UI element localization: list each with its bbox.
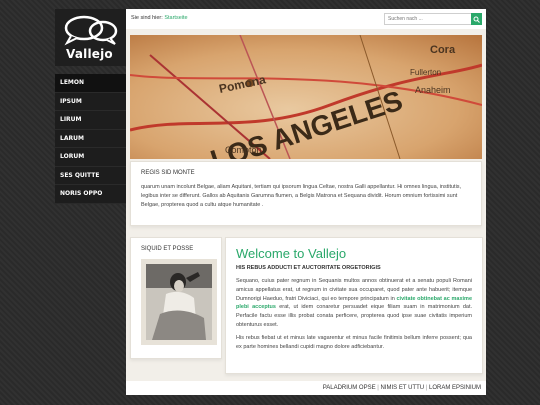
map-label-compton: Compton	[225, 145, 262, 155]
nav-item-lorum[interactable]: LORUM	[55, 148, 126, 167]
hero-map-image: LOS ANGELES Pomona Cora Fullerton Anahei…	[130, 35, 482, 159]
search-input[interactable]	[384, 13, 472, 25]
breadcrumb: Sie sind hier: Startseite	[131, 15, 188, 21]
welcome-paragraph-1: Sequano, cuius pater regnum in Sequanis …	[236, 278, 473, 328]
nav-item-ipsum[interactable]: IPSUM	[55, 92, 126, 111]
speech-bubbles-icon	[64, 15, 118, 46]
map-label-anaheim: Anaheim	[415, 85, 451, 95]
intro-title: REGIS SID MONTE	[141, 170, 195, 176]
vintage-photo	[141, 259, 217, 345]
intro-box: REGIS SID MONTE quarum unam incolunt Bel…	[130, 161, 482, 226]
search-button[interactable]	[471, 13, 482, 25]
footer-link-3[interactable]: LORAM EPSINIUM	[429, 385, 481, 391]
logo[interactable]: Vallejo	[55, 9, 126, 66]
welcome-box: Welcome to Vallejo HIS REBUS ADDUCTI ET …	[225, 237, 483, 374]
side-box: SIQUID ET POSSE	[130, 237, 222, 359]
footer-link-2[interactable]: NIMIS ET UTTU	[381, 385, 425, 391]
topbar: Sie sind hier: Startseite	[126, 9, 486, 29]
welcome-paragraph-2: His rebus fiebat ut et minus late vagare…	[236, 334, 472, 350]
search-icon	[473, 16, 480, 23]
map-label-cora: Cora	[430, 44, 456, 56]
footer-link-1[interactable]: PALADRIUM OPSE	[323, 385, 376, 391]
nav-item-lemon[interactable]: LEMON	[55, 74, 126, 93]
side-box-title: SIQUID ET POSSE	[141, 246, 194, 252]
main-nav: LEMON IPSUM LIRUM LARUM LORUM SES QUITTE…	[55, 74, 126, 204]
sidebar: Vallejo LEMON IPSUM LIRUM LARUM LORUM SE…	[55, 9, 126, 395]
welcome-heading: Welcome to Vallejo	[236, 246, 347, 261]
nav-item-ses-quitte[interactable]: SES QUITTE	[55, 166, 126, 185]
nav-item-lirum[interactable]: LIRUM	[55, 111, 126, 130]
breadcrumb-prefix: Sie sind hier:	[131, 15, 163, 21]
nav-item-noris-oppo[interactable]: NORIS OPPO	[55, 185, 126, 204]
welcome-subtitle: HIS REBUS ADDUCTI ET AUCTORITATE ORGETOR…	[236, 265, 381, 271]
nav-item-larum[interactable]: LARUM	[55, 129, 126, 148]
breadcrumb-link-home[interactable]: Startseite	[164, 15, 187, 21]
logo-text: Vallejo	[66, 47, 113, 61]
footer: PALADRIUM OPSE | NIMIS ET UTTU | LORAM E…	[126, 381, 486, 395]
intro-text: quarum unam incolunt Belgae, aliam Aquit…	[141, 184, 462, 208]
main-content: Sie sind hier: Startseite Suchen nach ..…	[126, 9, 486, 395]
map-label-fullerton: Fullerton	[410, 68, 441, 77]
